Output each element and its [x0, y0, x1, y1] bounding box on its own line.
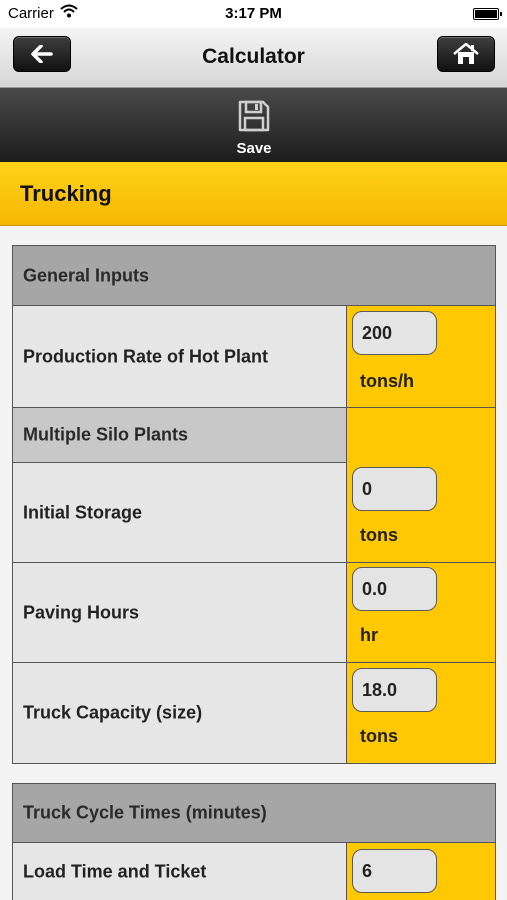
section-header: Trucking — [0, 162, 507, 226]
production-rate-row: Production Rate of Hot Plant tons/h — [13, 306, 495, 408]
save-label: Save — [236, 140, 272, 157]
group-header-label: General Inputs — [23, 265, 150, 285]
truck-capacity-label-cell: Truck Capacity (size) — [13, 663, 347, 763]
toolbar: Save — [0, 88, 507, 162]
truck-capacity-input-cell: tons — [347, 663, 495, 763]
floppy-disk-icon — [238, 100, 270, 132]
section-title: Trucking — [20, 181, 112, 206]
paving-hours-label-cell: Paving Hours — [13, 563, 347, 662]
paving-hours-row: Paving Hours hr — [13, 563, 495, 663]
truck-capacity-row: Truck Capacity (size) tons — [13, 663, 495, 763]
clock: 3:17 PM — [225, 5, 282, 22]
production-rate-label-cell: Production Rate of Hot Plant — [13, 306, 347, 407]
paving-hours-input-cell: hr — [347, 563, 495, 662]
paving-hours-input[interactable] — [352, 567, 437, 611]
initial-storage-unit: tons — [360, 525, 398, 545]
production-rate-label: Production Rate of Hot Plant — [23, 346, 268, 366]
general-inputs-header: General Inputs — [13, 246, 495, 306]
general-inputs-table: General Inputs Production Rate of Hot Pl… — [12, 245, 496, 764]
status-bar: Carrier 3:17 PM — [0, 0, 507, 28]
load-time-label: Load Time and Ticket — [23, 861, 207, 882]
production-rate-input-cell: tons/h — [347, 306, 495, 407]
initial-storage-label: Initial Storage — [23, 502, 143, 522]
initial-storage-input-cell: tons — [347, 463, 495, 562]
multiple-silo-label: Multiple Silo Plants — [23, 424, 189, 445]
truck-capacity-input[interactable] — [352, 668, 437, 712]
save-button[interactable]: Save — [213, 94, 295, 158]
truck-capacity-unit: tons — [360, 726, 398, 746]
truck-cycle-table: Truck Cycle Times (minutes) Load Time an… — [12, 783, 496, 900]
load-time-label-cell: Load Time and Ticket — [13, 843, 347, 900]
battery-icon — [473, 8, 502, 20]
initial-storage-label-cell: Initial Storage — [13, 463, 347, 562]
multiple-silo-header: Multiple Silo Plants — [13, 408, 347, 462]
multiple-silo-spacer — [347, 408, 495, 463]
paving-hours-unit: hr — [360, 625, 378, 645]
page-title: Calculator — [202, 45, 305, 68]
production-rate-unit: tons/h — [360, 371, 414, 391]
truck-cycle-header: Truck Cycle Times (minutes) — [13, 784, 495, 843]
paving-hours-label: Paving Hours — [23, 602, 140, 622]
multiple-silo-header-row: Multiple Silo Plants — [13, 408, 495, 463]
navigation-bar: Calculator — [0, 28, 507, 88]
arrow-left-icon — [31, 45, 53, 63]
initial-storage-row: Initial Storage tons — [13, 463, 495, 563]
load-time-row: Load Time and Ticket — [13, 843, 495, 900]
home-button[interactable] — [437, 36, 495, 72]
truck-capacity-label: Truck Capacity (size) — [23, 702, 203, 723]
back-button[interactable] — [13, 36, 71, 72]
production-rate-input[interactable] — [352, 311, 437, 355]
initial-storage-input[interactable] — [352, 467, 437, 511]
load-time-input-cell — [347, 843, 495, 900]
load-time-input[interactable] — [352, 849, 437, 893]
truck-cycle-header-label: Truck Cycle Times (minutes) — [23, 802, 267, 823]
home-icon — [453, 43, 479, 64]
